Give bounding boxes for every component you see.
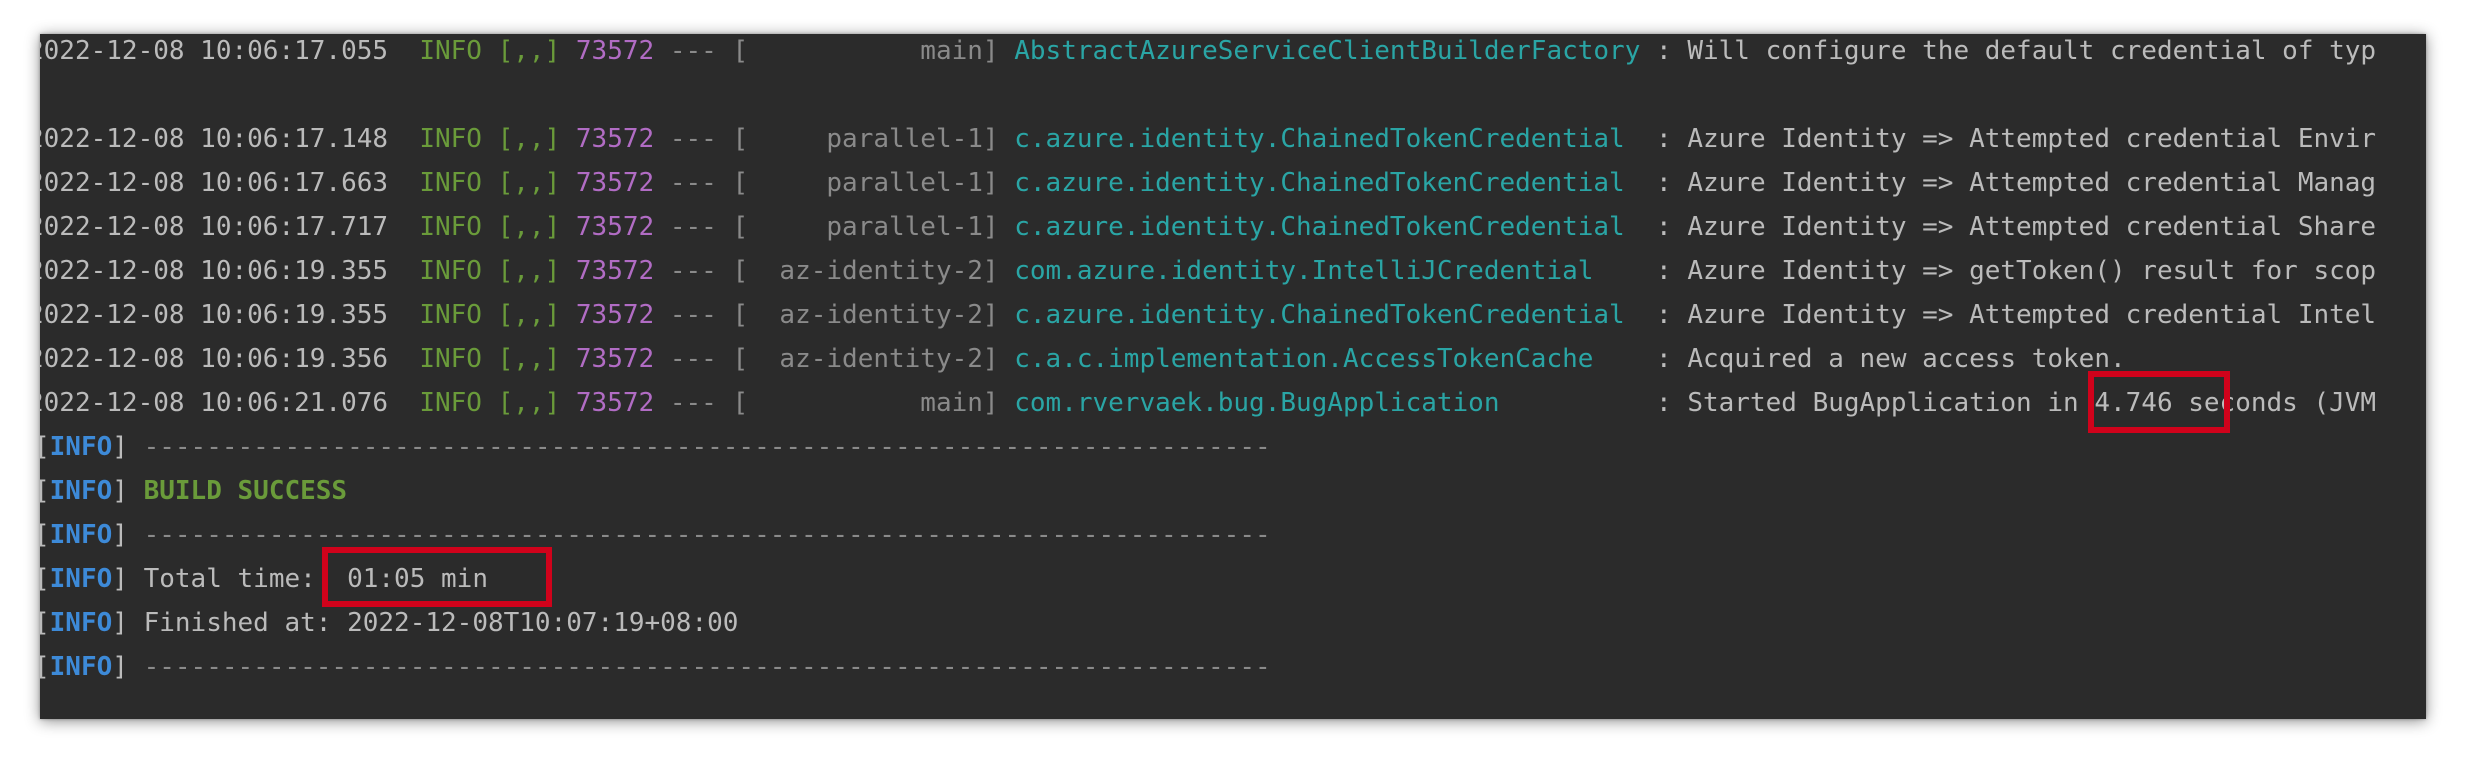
maven-separator-line: [INFO] ---------------------------------… [40, 432, 1271, 462]
log-message: : Azure Identity => Attempted credential… [1656, 212, 2377, 242]
log-line: 2022-12-08 10:06:19.355 INFO [,,] 73572 … [40, 253, 2376, 289]
log-logger: com.rvervaek.bug.BugApplication [1014, 388, 1641, 418]
log-message: : Azure Identity => Attempted credential… [1656, 168, 2377, 198]
log-separator: --- [669, 344, 717, 374]
log-level: INFO [419, 388, 482, 418]
log-logger: c.azure.identity.ChainedTokenCredential [1014, 212, 1641, 242]
log-line: 2022-12-08 10:06:17.717 INFO [,,] 73572 … [40, 209, 2376, 245]
log-pid: 73572 [575, 168, 655, 198]
log-timestamp: 2022-12-08 10:06:19.355 [40, 300, 389, 330]
log-line: 2022-12-08 10:06:19.355 INFO [,,] 73572 … [40, 297, 2376, 333]
dashes: ----------------------------------------… [143, 520, 1271, 550]
log-level: INFO [419, 168, 482, 198]
log-separator: --- [669, 256, 717, 286]
log-timestamp: 2022-12-08 10:06:17.148 [40, 124, 389, 154]
log-thread: [ parallel-1] [732, 124, 999, 154]
log-level: INFO [419, 212, 482, 242]
log-message: : Will configure the default credential … [1656, 36, 2377, 66]
info-tag: INFO [49, 520, 113, 550]
log-separator: --- [669, 168, 717, 198]
log-timestamp: 2022-12-08 10:06:19.355 [40, 256, 389, 286]
log-separator: --- [669, 388, 717, 418]
finished-at-text: Finished at: 2022-12-08T10:07:19+08:00 [143, 608, 739, 638]
log-line: 2022-12-08 10:06:17.663 INFO [,,] 73572 … [40, 165, 2376, 201]
highlight-startup-time-box [2088, 371, 2230, 433]
log-line: 2022-12-08 10:06:21.076 INFO [,,] 73572 … [40, 385, 2376, 421]
log-logger: c.azure.identity.ChainedTokenCredential [1014, 300, 1641, 330]
log-level: INFO [419, 256, 482, 286]
log-context: [,,] [497, 388, 561, 418]
log-message: : Azure Identity => Attempted credential… [1656, 300, 2377, 330]
log-timestamp: 2022-12-08 10:06:17.055 [40, 36, 389, 66]
maven-finished-at-line: [INFO] Finished at: 2022-12-08T10:07:19+… [40, 608, 739, 638]
log-line: 2022-12-08 10:06:19.356 INFO [,,] 73572 … [40, 341, 2126, 377]
log-pid: 73572 [575, 212, 655, 242]
log-context: [,,] [497, 256, 561, 286]
log-context: [,,] [497, 168, 561, 198]
log-separator: --- [669, 212, 717, 242]
log-timestamp: 2022-12-08 10:06:19.356 [40, 344, 389, 374]
log-logger: AbstractAzureServiceClientBuilderFactory [1014, 36, 1641, 66]
info-tag: INFO [49, 432, 113, 462]
log-thread: [ az-identity-2] [732, 344, 999, 374]
dashes: ----------------------------------------… [143, 432, 1271, 462]
log-context: [,,] [497, 212, 561, 242]
log-logger: c.azure.identity.ChainedTokenCredential [1014, 168, 1641, 198]
info-tag: INFO [49, 476, 113, 506]
log-message: : Started BugApplication in 4.746 second… [1656, 388, 2377, 418]
log-thread: [ parallel-1] [732, 212, 999, 242]
log-pid: 73572 [575, 36, 655, 66]
log-pid: 73572 [575, 388, 655, 418]
log-thread: [ az-identity-2] [732, 300, 999, 330]
log-thread: [ parallel-1] [732, 168, 999, 198]
log-timestamp: 2022-12-08 10:06:21.076 [40, 388, 389, 418]
log-context: [,,] [497, 344, 561, 374]
info-tag: INFO [49, 564, 113, 594]
log-message: : Acquired a new access token. [1656, 344, 2126, 374]
log-line: 2022-12-08 10:06:17.148 INFO [,,] 73572 … [40, 121, 2376, 157]
log-separator: --- [669, 124, 717, 154]
log-thread: [ main] [732, 388, 999, 418]
dashes: ----------------------------------------… [143, 652, 1271, 682]
log-level: INFO [419, 300, 482, 330]
log-context: [,,] [497, 300, 561, 330]
info-tag: INFO [49, 652, 113, 682]
log-message: : Azure Identity => getToken() result fo… [1656, 256, 2377, 286]
maven-separator-line: [INFO] ---------------------------------… [40, 520, 1271, 550]
log-level: INFO [419, 36, 482, 66]
maven-separator-line: [INFO] ---------------------------------… [40, 652, 1271, 682]
log-pid: 73572 [575, 124, 655, 154]
log-timestamp: 2022-12-08 10:06:17.717 [40, 212, 389, 242]
log-message: : Azure Identity => Attempted credential… [1656, 124, 2377, 154]
log-timestamp: 2022-12-08 10:06:17.663 [40, 168, 389, 198]
log-pid: 73572 [575, 300, 655, 330]
log-separator: --- [669, 300, 717, 330]
log-context: [,,] [497, 124, 561, 154]
log-logger: c.azure.identity.ChainedTokenCredential [1014, 124, 1641, 154]
terminal-output: 2022-12-08 10:06:17.055 INFO [,,] 73572 … [40, 34, 2426, 719]
log-logger: c.a.c.implementation.AccessTokenCache [1014, 344, 1641, 374]
log-pid: 73572 [575, 344, 655, 374]
maven-build-status-line: [INFO] BUILD SUCCESS [40, 476, 348, 506]
build-success-text: BUILD SUCCESS [143, 476, 348, 506]
log-line: 2022-12-08 10:06:17.055 INFO [,,] 73572 … [40, 34, 2376, 69]
log-pid: 73572 [575, 256, 655, 286]
log-thread: [ main] [732, 36, 999, 66]
log-thread: [ az-identity-2] [732, 256, 999, 286]
log-context: [,,] [497, 36, 561, 66]
log-level: INFO [419, 124, 482, 154]
log-separator: --- [669, 36, 717, 66]
info-tag: INFO [49, 608, 113, 638]
log-level: INFO [419, 344, 482, 374]
highlight-total-time-box [322, 547, 552, 607]
log-logger: com.azure.identity.IntelliJCredential [1014, 256, 1641, 286]
